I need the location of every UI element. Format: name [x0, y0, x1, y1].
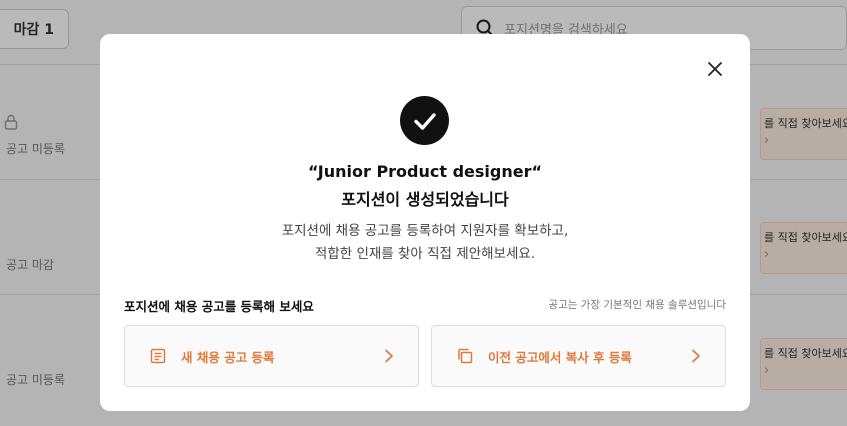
document-icon: [149, 347, 167, 365]
close-icon: [708, 62, 722, 76]
close-button[interactable]: [704, 58, 726, 80]
modal-title-message: 포지션이 생성되었습니다: [341, 190, 509, 209]
copy-previous-posting-label: 이전 공고에서 복사 후 등록: [488, 349, 632, 365]
copy-icon: [456, 347, 474, 365]
new-job-posting-button[interactable]: 새 채용 공고 등록: [124, 325, 419, 387]
chevron-right-icon: [689, 349, 703, 363]
section-title: 포지션에 채용 공고를 등록해 보세요: [124, 299, 314, 314]
copy-previous-posting-button[interactable]: 이전 공고에서 복사 후 등록: [431, 325, 726, 387]
chevron-right-icon: [382, 349, 396, 363]
position-created-modal: “Junior Product designer“ 포지션이 생성되었습니다 포…: [100, 34, 750, 411]
modal-description: 포지션에 채용 공고를 등록하여 지원자를 확보하고,: [281, 223, 569, 239]
modal-title-position-name: “Junior Product designer“: [307, 162, 543, 181]
success-check-icon: [400, 96, 449, 145]
section-note: 공고는 가장 기본적인 채용 솔루션입니다: [548, 299, 726, 311]
modal-description: 적합한 인재를 찾아 직접 제안해보세요.: [314, 246, 536, 262]
new-job-posting-label: 새 채용 공고 등록: [181, 349, 275, 365]
